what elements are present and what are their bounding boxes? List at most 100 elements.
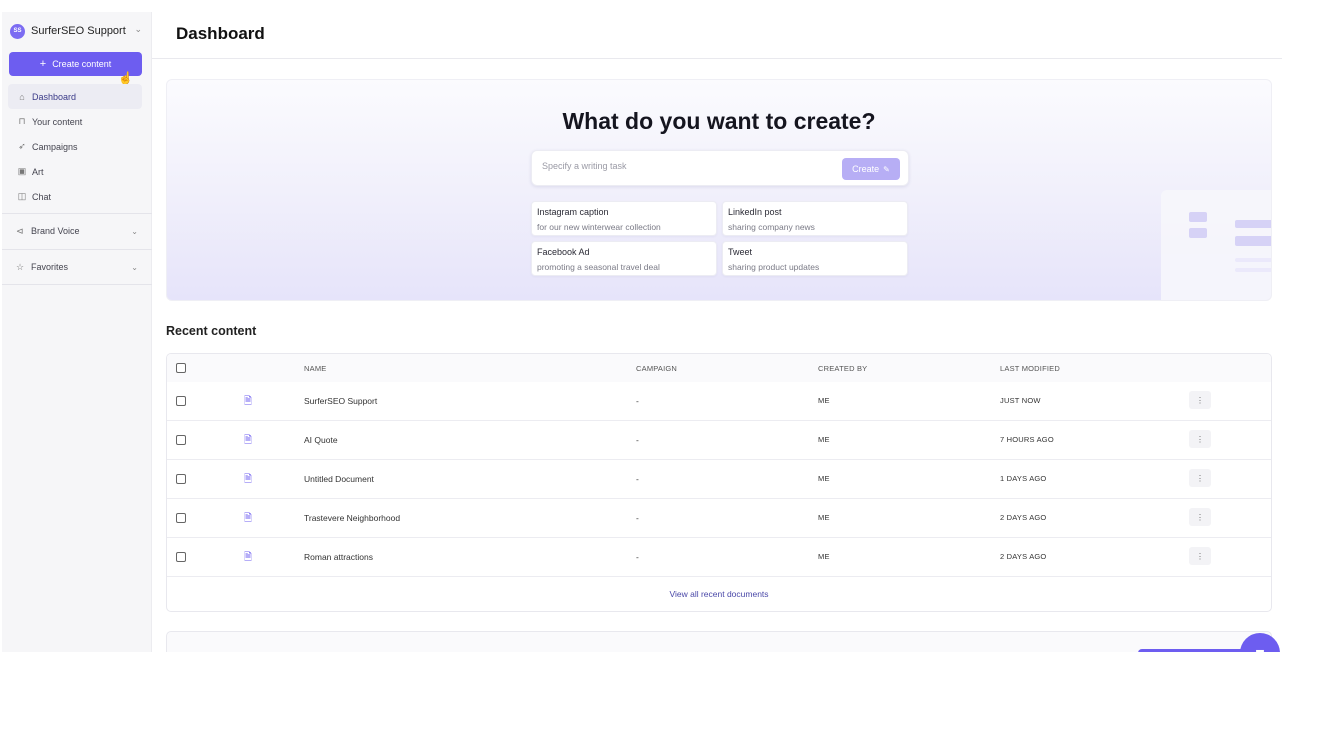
create-task-button[interactable]: Create ✎: [842, 158, 900, 180]
row-campaign: -: [636, 474, 639, 484]
column-header-campaign[interactable]: CAMPAIGN: [636, 364, 677, 373]
suggestion-title: Instagram caption: [537, 207, 609, 217]
star-icon: ☆: [16, 261, 25, 272]
hero-title: What do you want to create?: [562, 108, 876, 134]
row-name[interactable]: Trastevere Neighborhood: [304, 513, 400, 523]
row-created-by: ME: [818, 513, 830, 522]
suggestion-subtitle: promoting a seasonal travel deal: [537, 262, 660, 272]
chevron-down-icon: ⌄: [131, 226, 138, 236]
table-header: NAME CAMPAIGN CREATED BY LAST MODIFIED: [167, 354, 1271, 382]
megaphone-icon: ⊲: [16, 225, 24, 236]
sidebar-item-dashboard[interactable]: ⌂ Dashboard: [8, 84, 142, 109]
writing-task-input[interactable]: [542, 161, 822, 171]
workspace-switcher[interactable]: SS SurferSEO Support ⌄: [10, 20, 144, 42]
row-created-by: ME: [818, 474, 830, 483]
decorative-illustration: [1161, 190, 1271, 300]
sidebar: SS SurferSEO Support ⌄ + Create content …: [2, 12, 152, 652]
table-row[interactable]: 🗎 Untitled Document - ME 1 DAYS AGO ⋮: [167, 460, 1271, 499]
sidebar-item-your-content[interactable]: ⊓ Your content: [8, 109, 142, 134]
row-last-modified: 1 DAYS AGO: [1000, 474, 1047, 483]
row-last-modified: JUST NOW: [1000, 396, 1041, 405]
bottom-card-button[interactable]: [1138, 649, 1248, 652]
document-icon: 🗎: [244, 513, 253, 524]
decorative-shape: [1235, 236, 1271, 246]
suggestion-title: Tweet: [728, 247, 753, 257]
more-options-icon[interactable]: ⋮: [1189, 469, 1211, 487]
row-checkbox[interactable]: [176, 435, 186, 445]
pen-icon: ✎: [883, 164, 890, 174]
app-window: SS SurferSEO Support ⌄ + Create content …: [0, 0, 1282, 652]
suggestion-title: LinkedIn post: [728, 207, 782, 217]
sidebar-section-brand-voice[interactable]: ⊲ Brand Voice ⌄: [16, 221, 138, 241]
decorative-shape: [1235, 258, 1271, 262]
suggestion-title: Facebook Ad: [537, 247, 590, 257]
row-checkbox[interactable]: [176, 513, 186, 523]
create-hero-panel: What do you want to create? Create ✎ Ins…: [166, 79, 1272, 301]
sidebar-item-chat[interactable]: ◫ Chat: [8, 184, 142, 209]
decorative-shape: [1235, 220, 1271, 228]
row-campaign: -: [636, 435, 639, 445]
decorative-shape: [1189, 228, 1207, 238]
column-header-name[interactable]: NAME: [304, 364, 326, 373]
decorative-shape: [1189, 212, 1207, 222]
suggestion-card-tweet[interactable]: Tweet sharing product updates: [722, 241, 908, 276]
chat-icon: ◫: [17, 191, 27, 201]
sidebar-item-label: Your content: [32, 116, 83, 127]
row-name[interactable]: AI Quote: [304, 435, 338, 445]
writing-task-box: Create ✎: [531, 150, 909, 186]
table-row[interactable]: 🗎 Roman attractions - ME 2 DAYS AGO ⋮: [167, 538, 1271, 577]
row-checkbox[interactable]: [176, 474, 186, 484]
more-options-icon[interactable]: ⋮: [1189, 430, 1211, 448]
header-divider: [152, 58, 1282, 59]
row-created-by: ME: [818, 552, 830, 561]
suggestion-subtitle: sharing product updates: [728, 262, 820, 272]
select-all-checkbox[interactable]: [176, 363, 186, 373]
row-checkbox[interactable]: [176, 396, 186, 406]
recent-content-title: Recent content: [166, 324, 257, 338]
sidebar-item-label: Campaigns: [32, 141, 78, 152]
sidebar-section-favorites[interactable]: ☆ Favorites ⌄: [16, 257, 138, 277]
table-row[interactable]: 🗎 SurferSEO Support - ME JUST NOW ⋮: [167, 382, 1271, 421]
suggestion-subtitle: for our new winterwear collection: [537, 222, 661, 232]
more-options-icon[interactable]: ⋮: [1189, 547, 1211, 565]
document-icon: 🗎: [244, 552, 253, 563]
row-name[interactable]: SurferSEO Support: [304, 396, 377, 406]
divider: [2, 249, 152, 250]
row-created-by: ME: [818, 396, 830, 405]
row-campaign: -: [636, 552, 639, 562]
sidebar-item-art[interactable]: ▣ Art: [8, 159, 142, 184]
view-all-recent-link[interactable]: View all recent documents: [167, 589, 1271, 599]
plus-icon: +: [39, 58, 47, 70]
suggestion-card-facebook-ad[interactable]: Facebook Ad promoting a seasonal travel …: [531, 241, 717, 276]
divider: [2, 213, 152, 214]
column-header-created-by[interactable]: CREATED BY: [818, 364, 867, 373]
sidebar-section-label: Brand Voice: [31, 226, 80, 236]
lock-icon: ⊓: [18, 116, 26, 126]
more-options-icon[interactable]: ⋮: [1189, 508, 1211, 526]
document-icon: 🗎: [244, 435, 253, 446]
table-row[interactable]: 🗎 Trastevere Neighborhood - ME 2 DAYS AG…: [167, 499, 1271, 538]
sidebar-item-label: Dashboard: [32, 91, 77, 102]
table-row[interactable]: 🗎 AI Quote - ME 7 HOURS AGO ⋮: [167, 421, 1271, 460]
row-created-by: ME: [818, 435, 830, 444]
suggestion-card-instagram-caption[interactable]: Instagram caption for our new winterwear…: [531, 201, 717, 236]
rocket-icon: ➶: [18, 141, 26, 151]
home-icon: ⌂: [19, 91, 25, 102]
suggestion-card-linkedin-post[interactable]: LinkedIn post sharing company news: [722, 201, 908, 236]
row-last-modified: 7 HOURS AGO: [1000, 435, 1054, 444]
create-content-label: Create content: [52, 59, 112, 69]
suggestion-subtitle: sharing company news: [728, 222, 815, 232]
decorative-shape: [1235, 268, 1271, 272]
row-name[interactable]: Roman attractions: [304, 552, 373, 562]
sidebar-item-label: Art: [32, 166, 44, 177]
row-name[interactable]: Untitled Document: [304, 474, 374, 484]
sidebar-item-campaigns[interactable]: ➶ Campaigns: [8, 134, 142, 159]
more-options-icon[interactable]: ⋮: [1189, 391, 1211, 409]
document-icon: 🗎: [244, 396, 253, 407]
row-checkbox[interactable]: [176, 552, 186, 562]
image-icon: ▣: [17, 166, 27, 176]
column-header-last-modified[interactable]: LAST MODIFIED: [1000, 364, 1060, 373]
divider: [2, 284, 152, 285]
bottom-card: [166, 631, 1272, 652]
row-last-modified: 2 DAYS AGO: [1000, 552, 1047, 561]
